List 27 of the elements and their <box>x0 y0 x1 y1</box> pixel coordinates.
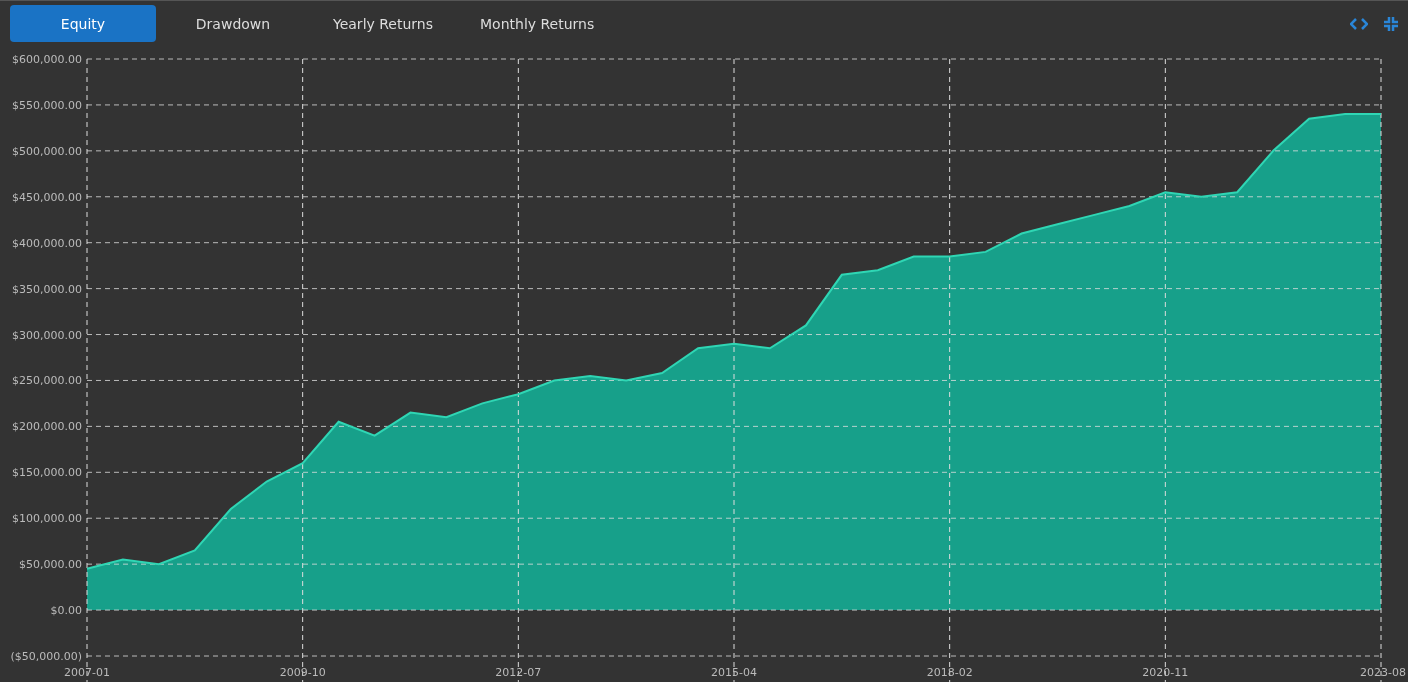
y-axis-label: $100,000.00 <box>12 512 82 526</box>
x-axis-label: 2012-07 <box>495 666 542 679</box>
y-axis-label: $50,000.00 <box>19 558 82 572</box>
y-axis-label: $400,000.00 <box>12 236 82 250</box>
x-axis-label: 2015-04 <box>711 666 757 679</box>
y-axis-label: $600,000.00 <box>12 53 82 66</box>
x-axis-label: 2007-01 <box>64 666 110 679</box>
x-axis-label: 2020-11 <box>1142 666 1189 679</box>
y-axis-label: $450,000.00 <box>12 190 82 204</box>
y-axis-label: $550,000.00 <box>12 98 82 112</box>
y-axis-label: $200,000.00 <box>12 420 82 434</box>
chart-tab[interactable]: Equity <box>10 5 156 42</box>
x-axis-label: 2023-08 <box>1360 666 1406 679</box>
y-axis-label: $0.00 <box>50 604 82 618</box>
y-axis-label: $300,000.00 <box>12 328 82 342</box>
y-axis-label: $250,000.00 <box>12 374 82 388</box>
chart-tab[interactable]: Monthly Returns <box>460 5 615 42</box>
collapse-icon[interactable] <box>1384 16 1398 31</box>
y-axis-label: $150,000.00 <box>12 466 82 480</box>
y-axis-label: $350,000.00 <box>12 282 82 296</box>
y-axis-label: $500,000.00 <box>12 144 82 158</box>
x-axis-label: 2018-02 <box>926 666 973 679</box>
chart-tab[interactable]: Yearly Returns <box>310 5 456 42</box>
code-icon[interactable] <box>1350 17 1368 30</box>
y-axis-label: ($50,000.00) <box>10 650 82 663</box>
x-axis-label: 2009-10 <box>279 666 326 679</box>
chart-tab[interactable]: Drawdown <box>160 5 306 42</box>
